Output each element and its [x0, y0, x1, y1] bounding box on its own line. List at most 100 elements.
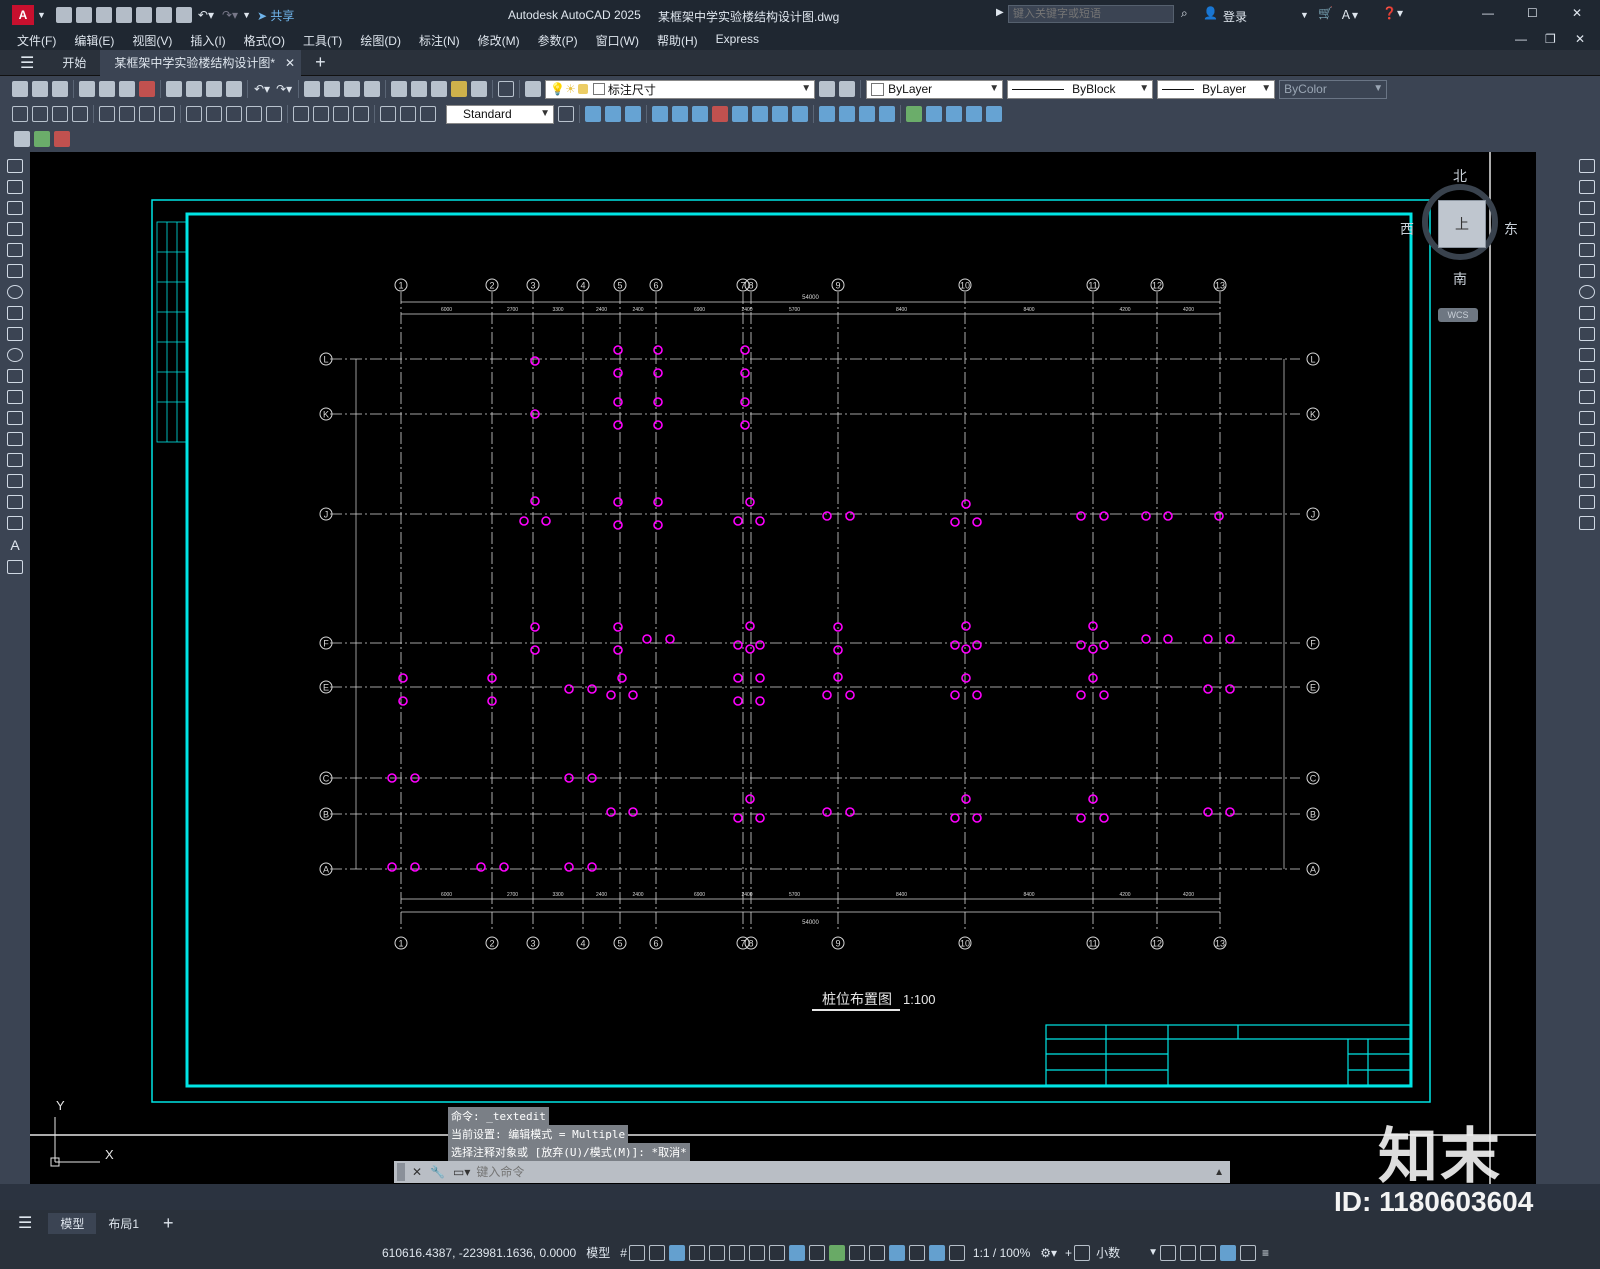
arc-length-icon[interactable]	[52, 106, 68, 122]
construction-line-icon[interactable]	[7, 180, 23, 194]
redo-toolbar-icon[interactable]: ↷▾	[276, 82, 292, 96]
multiline-text-icon[interactable]: A	[0, 537, 30, 553]
login-chevron-icon[interactable]: ▼	[1300, 10, 1309, 20]
object-snap-tracking-icon[interactable]	[748, 1244, 765, 1261]
web-save-icon[interactable]	[155, 7, 172, 23]
search-input[interactable]	[1008, 5, 1174, 23]
transparency-icon[interactable]	[808, 1244, 825, 1261]
selection-cycling-icon[interactable]	[828, 1244, 845, 1261]
slice-icon[interactable]	[819, 106, 835, 122]
presspull-icon[interactable]	[672, 106, 688, 122]
menu-item[interactable]: 插入(I)	[190, 32, 225, 49]
object-snap-icon[interactable]	[768, 1244, 785, 1261]
units-value[interactable]: 小数	[1096, 1244, 1120, 1261]
menu-item[interactable]: 工具(T)	[303, 32, 342, 49]
doc-restore-button[interactable]: ❐	[1545, 32, 1556, 46]
app-menu-chevron-icon[interactable]: ▼	[37, 10, 46, 20]
solid-box-icon[interactable]	[585, 106, 601, 122]
selection-filter-icon[interactable]	[888, 1244, 905, 1261]
make-current-layer-icon[interactable]	[819, 81, 836, 97]
workspace-gear-icon[interactable]: ⚙▾	[1040, 1246, 1057, 1260]
isolate-objects-icon[interactable]	[1199, 1244, 1216, 1261]
trim-icon[interactable]	[1579, 348, 1595, 362]
menu-item[interactable]: 格式(O)	[244, 32, 285, 49]
markup-icon[interactable]	[451, 81, 468, 97]
circle-icon[interactable]	[7, 285, 23, 299]
tolerance-icon[interactable]	[293, 106, 309, 122]
arc-icon[interactable]	[7, 264, 23, 278]
gizmo-icon[interactable]	[908, 1244, 925, 1261]
undo-toolbar-icon[interactable]: ↶▾	[254, 82, 270, 96]
dim-style-icon[interactable]	[558, 106, 574, 122]
cart-icon[interactable]: 🛒	[1318, 6, 1333, 20]
search-icon[interactable]: ⌕	[1181, 6, 1188, 21]
layer-tools-icon[interactable]	[54, 131, 70, 147]
sweep-icon[interactable]	[692, 106, 708, 122]
menu-item[interactable]: 编辑(E)	[74, 32, 114, 49]
tab-layout1[interactable]: 布局1	[96, 1213, 151, 1234]
break-icon[interactable]	[1579, 411, 1595, 425]
erase-icon[interactable]	[1579, 159, 1595, 173]
angular-dim-icon[interactable]	[159, 106, 175, 122]
extend-icon[interactable]	[1579, 369, 1595, 383]
units-icon[interactable]	[1074, 1244, 1091, 1261]
imprint-icon[interactable]	[926, 106, 942, 122]
new-tab-button[interactable]: +	[315, 52, 326, 73]
infer-constraints-icon[interactable]	[648, 1244, 665, 1261]
minimize-window-button[interactable]: —	[1482, 6, 1494, 20]
ortho-icon[interactable]	[688, 1244, 705, 1261]
rectangle-icon[interactable]	[7, 243, 23, 257]
tool-palettes-icon[interactable]	[431, 81, 448, 97]
table-icon[interactable]	[7, 516, 23, 530]
linear-dim-icon[interactable]	[12, 106, 28, 122]
color-dropdown[interactable]: ByLayer ▼	[866, 79, 1004, 99]
graphics-performance-icon[interactable]	[1219, 1244, 1236, 1261]
menu-item[interactable]: 修改(M)	[478, 32, 520, 49]
polygon-icon[interactable]	[7, 222, 23, 236]
annotation-scale[interactable]: 1:1 / 100%	[973, 1246, 1030, 1260]
print-preview-icon[interactable]	[99, 81, 115, 97]
continue-dim-icon[interactable]	[226, 106, 242, 122]
design-center-icon[interactable]	[411, 81, 428, 97]
zoom-window-icon[interactable]	[344, 81, 361, 97]
dim-edit-icon[interactable]	[380, 106, 396, 122]
add-selected-icon[interactable]	[7, 560, 23, 574]
copy-icon[interactable]	[186, 81, 202, 97]
login-button[interactable]: 登录	[1223, 8, 1247, 25]
menu-item[interactable]: 视图(V)	[132, 32, 172, 49]
command-input[interactable]	[474, 1162, 1209, 1182]
compass-north[interactable]: 北	[1453, 166, 1467, 186]
plot-icon[interactable]	[175, 7, 192, 23]
tab-close-icon[interactable]: ✕	[285, 56, 295, 70]
polyline-icon[interactable]	[7, 201, 23, 215]
autodesk-account-icon[interactable]: Ａ▾	[1340, 6, 1358, 23]
tab-model[interactable]: 模型	[48, 1212, 97, 1234]
command-history-toggle-icon[interactable]: ▲	[1214, 1167, 1224, 1178]
ellipse-icon[interactable]	[7, 348, 23, 362]
revision-cloud-icon[interactable]	[7, 306, 23, 320]
chamfer-icon[interactable]	[1579, 453, 1595, 467]
pdf-icon[interactable]	[139, 81, 155, 97]
command-customize-icon[interactable]: 🔧	[430, 1165, 445, 1179]
annotation-monitor-icon[interactable]: +	[1065, 1246, 1072, 1260]
gradient-icon[interactable]	[7, 474, 23, 488]
save-as-icon[interactable]	[115, 7, 132, 23]
linetype-dropdown[interactable]: ByBlock ▼	[1007, 79, 1154, 99]
jogged-linear-icon[interactable]	[353, 106, 369, 122]
match-properties-icon[interactable]	[226, 81, 242, 97]
extrude-icon[interactable]	[652, 106, 668, 122]
doc-minimize-button[interactable]: —	[1515, 32, 1527, 46]
save-icon[interactable]	[95, 7, 112, 23]
quick-dim-icon[interactable]	[186, 106, 202, 122]
annotation-visibility-icon[interactable]	[928, 1244, 945, 1261]
open-icon[interactable]	[32, 81, 48, 97]
print-icon[interactable]	[79, 81, 95, 97]
lock-ui-icon[interactable]	[1179, 1244, 1196, 1261]
dynamic-input-icon[interactable]	[668, 1244, 685, 1261]
grid-icon[interactable]: #	[620, 1246, 627, 1260]
revolve-icon[interactable]	[712, 106, 728, 122]
compass-east[interactable]: 东	[1504, 219, 1518, 239]
layer-dropdown[interactable]: 💡☀ 标注尺寸 ▼	[545, 79, 816, 99]
dim-text-edit-icon[interactable]	[400, 106, 416, 122]
copy-edges-icon[interactable]	[966, 106, 982, 122]
